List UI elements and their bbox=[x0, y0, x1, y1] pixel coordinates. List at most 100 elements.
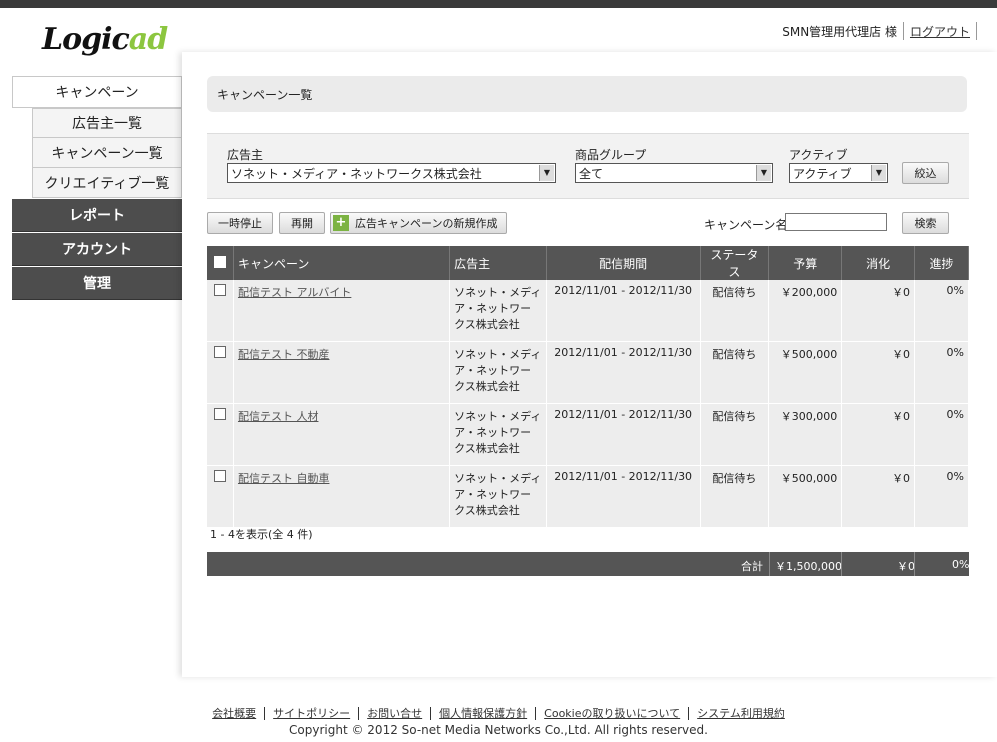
logout-link[interactable]: ログアウト bbox=[910, 23, 970, 40]
column-header-budget[interactable]: 予算 bbox=[768, 246, 843, 280]
footer-link-site-policy[interactable]: サイトポリシー bbox=[265, 707, 360, 720]
status-cell: 配信待ち bbox=[700, 341, 770, 404]
column-header-campaign[interactable]: キャンペーン bbox=[233, 246, 451, 280]
period-cell: 2012/11/01 - 2012/11/30 bbox=[546, 403, 701, 466]
table-header-row: キャンペーン 広告主 配信期間 ステータス 予算 消化 進捗 bbox=[207, 246, 969, 280]
total-spent: ￥0 bbox=[897, 560, 915, 573]
sidebar-item-admin[interactable]: 管理 bbox=[12, 267, 182, 300]
table-row: 配信テスト 不動産 ソネット・メディア・ネットワークス株式会社 2012/11/… bbox=[207, 341, 969, 404]
advertiser-cell: ソネット・メディア・ネットワークス株式会社 bbox=[449, 465, 547, 528]
row-select-cell bbox=[207, 341, 234, 404]
campaign-cell: 配信テスト 不動産 bbox=[233, 341, 451, 404]
top-bar bbox=[0, 0, 997, 8]
spent-cell: ￥0 bbox=[841, 465, 916, 528]
column-header-progress[interactable]: 進捗 bbox=[914, 246, 969, 280]
status-cell: 配信待ち bbox=[700, 465, 770, 528]
column-header-period[interactable]: 配信期間 bbox=[546, 246, 701, 280]
footer-link-cookie[interactable]: Cookieの取り扱いについて bbox=[536, 707, 690, 720]
active-select-value: アクティブ bbox=[793, 167, 852, 181]
sidebar-item-account[interactable]: アカウント bbox=[12, 233, 182, 266]
product-group-select[interactable]: 全て ▼ bbox=[575, 163, 773, 183]
totals-row: 合計 ￥1,500,000 ￥0 0% bbox=[207, 552, 969, 576]
filter-panel: 広告主 ソネット・メディア・ネットワークス株式会社 ▼ 商品グループ 全て ▼ … bbox=[207, 133, 969, 199]
campaign-link[interactable]: 配信テスト 人材 bbox=[238, 410, 319, 423]
table-row: 配信テスト 自動車 ソネット・メディア・ネットワークス株式会社 2012/11/… bbox=[207, 465, 969, 528]
sidebar: キャンペーン 広告主一覧 キャンペーン一覧 クリエイティブ一覧 レポート アカウ… bbox=[12, 76, 182, 300]
advertiser-cell: ソネット・メディア・ネットワークス株式会社 bbox=[449, 341, 547, 404]
advertiser-cell: ソネット・メディア・ネットワークス株式会社 bbox=[449, 280, 547, 342]
row-select-cell bbox=[207, 465, 234, 528]
campaign-name-input[interactable] bbox=[785, 213, 887, 231]
new-campaign-label: 広告キャンペーンの新規作成 bbox=[355, 217, 498, 230]
advertiser-select-value: ソネット・メディア・ネットワークス株式会社 bbox=[231, 167, 482, 181]
spent-cell: ￥0 bbox=[841, 280, 916, 342]
chevron-down-icon: ▼ bbox=[756, 165, 771, 181]
status-cell: 配信待ち bbox=[700, 403, 770, 466]
divider bbox=[976, 22, 977, 40]
new-campaign-button[interactable]: + 広告キャンペーンの新規作成 bbox=[330, 212, 507, 234]
resume-button[interactable]: 再開 bbox=[279, 212, 325, 234]
campaign-link[interactable]: 配信テスト 不動産 bbox=[238, 348, 330, 361]
period-cell: 2012/11/01 - 2012/11/30 bbox=[546, 341, 701, 404]
logo-text-part2: ad bbox=[128, 22, 168, 57]
user-area: SMN管理用代理店 様 ログアウト bbox=[782, 22, 977, 40]
sidebar-item-advertiser-list[interactable]: 広告主一覧 bbox=[32, 108, 182, 138]
chevron-down-icon: ▼ bbox=[539, 165, 554, 181]
total-label: 合計 bbox=[741, 560, 763, 573]
table-row: 配信テスト 人材 ソネット・メディア・ネットワークス株式会社 2012/11/0… bbox=[207, 403, 969, 466]
sidebar-item-report[interactable]: レポート bbox=[12, 199, 182, 232]
budget-cell: ￥200,000 bbox=[768, 280, 843, 342]
column-header-status[interactable]: ステータス bbox=[700, 246, 770, 280]
status-cell: 配信待ち bbox=[700, 280, 770, 342]
advertiser-select[interactable]: ソネット・メディア・ネットワークス株式会社 ▼ bbox=[227, 163, 556, 183]
advertiser-label: 広告主 bbox=[227, 148, 264, 162]
progress-cell: 0% bbox=[914, 341, 969, 404]
row-select-cell bbox=[207, 403, 234, 466]
sidebar-item-campaign-list[interactable]: キャンペーン一覧 bbox=[32, 138, 182, 168]
spent-cell: ￥0 bbox=[841, 403, 916, 466]
narrow-button[interactable]: 絞込 bbox=[902, 162, 949, 184]
divider bbox=[902, 22, 904, 40]
campaign-table: キャンペーン 広告主 配信期間 ステータス 予算 消化 進捗 配信テスト アルバ… bbox=[207, 246, 969, 528]
row-checkbox[interactable] bbox=[213, 408, 226, 420]
footer-links: 会社概要 サイトポリシー お問い合せ 個人情報保護方針 Cookieの取り扱いについてシ… bbox=[0, 705, 997, 721]
footer-link-company[interactable]: 会社概要 bbox=[204, 707, 266, 720]
row-select-cell bbox=[207, 280, 234, 342]
divider bbox=[769, 552, 770, 576]
total-budget: ￥1,500,000 bbox=[775, 560, 842, 573]
total-progress: 0% bbox=[952, 558, 970, 571]
result-count: 1 - 4を表示(全 4 件) bbox=[210, 528, 313, 541]
campaign-link[interactable]: 配信テスト 自動車 bbox=[238, 472, 330, 485]
sidebar-item-creative-list[interactable]: クリエイティブ一覧 bbox=[32, 168, 182, 198]
budget-cell: ￥300,000 bbox=[768, 403, 843, 466]
row-checkbox[interactable] bbox=[213, 284, 226, 296]
budget-cell: ￥500,000 bbox=[768, 465, 843, 528]
footer-link-contact[interactable]: お問い合せ bbox=[359, 707, 432, 720]
pause-button[interactable]: 一時停止 bbox=[207, 212, 273, 234]
logo-text-part1: Logic bbox=[42, 22, 130, 57]
row-checkbox[interactable] bbox=[213, 346, 226, 358]
product-group-select-value: 全て bbox=[579, 167, 604, 181]
chevron-down-icon: ▼ bbox=[871, 165, 886, 181]
progress-cell: 0% bbox=[914, 465, 969, 528]
divider bbox=[841, 552, 842, 576]
column-header-advertiser[interactable]: 広告主 bbox=[449, 246, 547, 280]
footer-link-terms[interactable]: システム利用規約 bbox=[689, 707, 793, 720]
logicad-logo[interactable]: Logicad bbox=[42, 22, 168, 58]
column-header-spent[interactable]: 消化 bbox=[841, 246, 916, 280]
active-select[interactable]: アクティブ ▼ bbox=[789, 163, 888, 183]
divider bbox=[914, 552, 915, 576]
advertiser-cell: ソネット・メディア・ネットワークス株式会社 bbox=[449, 403, 547, 466]
campaign-name-label: キャンペーン名 bbox=[704, 218, 788, 232]
campaign-cell: 配信テスト 自動車 bbox=[233, 465, 451, 528]
row-checkbox[interactable] bbox=[213, 470, 226, 482]
select-all-header bbox=[207, 246, 234, 280]
active-label: アクティブ bbox=[789, 148, 848, 162]
progress-cell: 0% bbox=[914, 403, 969, 466]
user-name: SMN管理用代理店 様 bbox=[782, 24, 897, 39]
campaign-link[interactable]: 配信テスト アルバイト bbox=[238, 286, 351, 299]
search-button[interactable]: 検索 bbox=[902, 212, 949, 234]
sidebar-item-campaign[interactable]: キャンペーン bbox=[12, 76, 182, 108]
select-all-checkbox[interactable] bbox=[213, 255, 226, 268]
footer-link-privacy[interactable]: 個人情報保護方針 bbox=[431, 707, 537, 720]
